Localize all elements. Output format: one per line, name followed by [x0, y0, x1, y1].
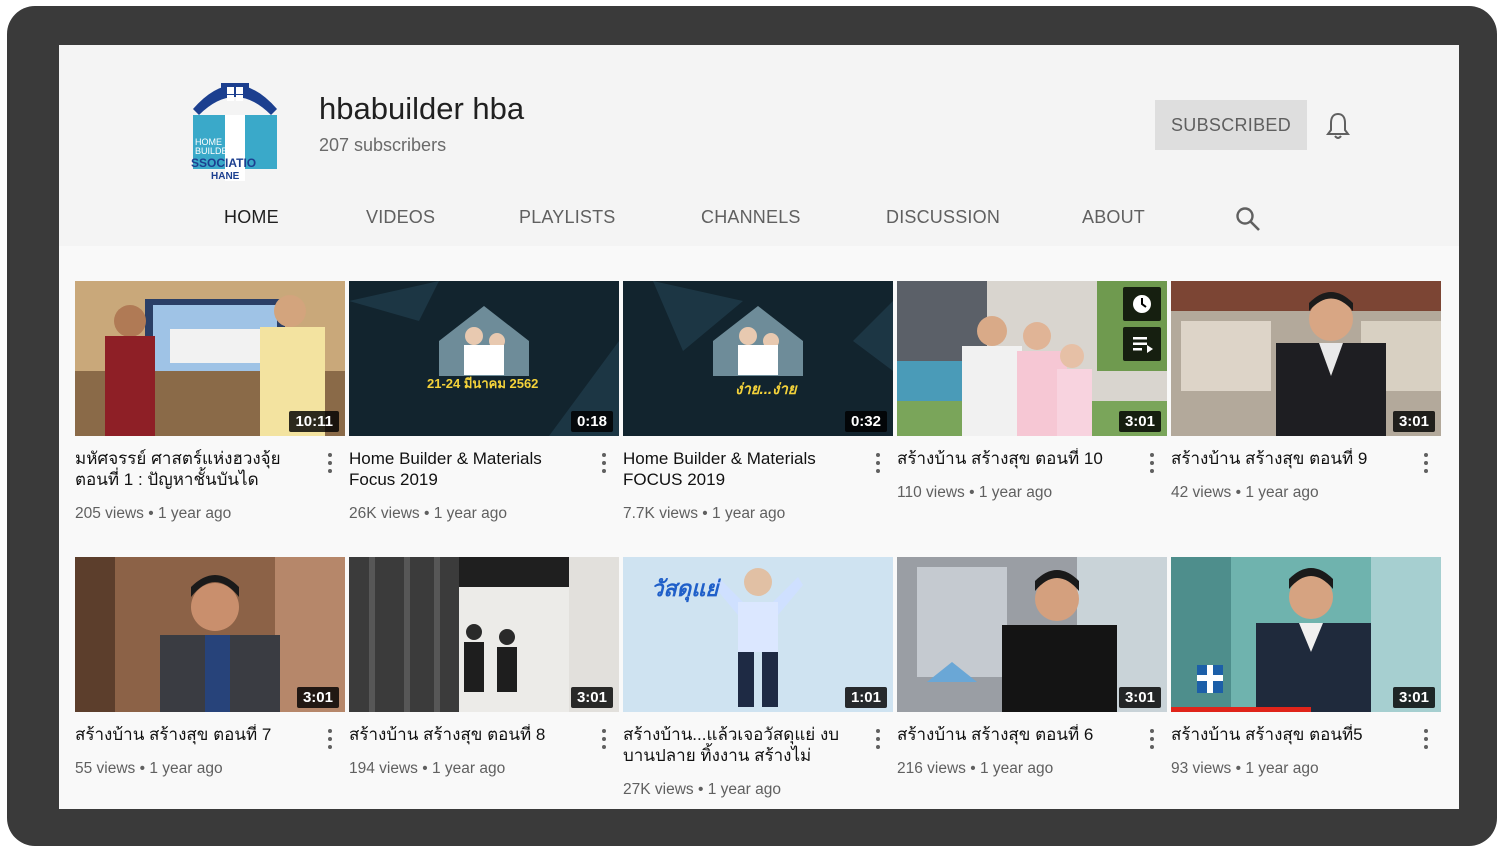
subscribed-button[interactable]: SUBSCRIBED [1155, 100, 1307, 150]
video-thumbnail[interactable]: 21-24 มีนาคม 2562 0:18 [349, 281, 619, 436]
video-duration: 3:01 [570, 687, 613, 708]
channel-avatar[interactable]: HOME BUILDER SSOCIATIO HANE [185, 69, 285, 181]
channel-name: hbabuilder hba [319, 91, 525, 126]
video-meta: 27K views • 1 year ago [623, 781, 781, 798]
svg-text:SSOCIATIO: SSOCIATIO [191, 156, 256, 170]
video-thumbnail[interactable]: 3:01 [1171, 557, 1441, 712]
more-options-icon[interactable] [325, 727, 335, 751]
more-options-icon[interactable] [873, 727, 883, 751]
device-frame: HOME BUILDER SSOCIATIO HANE hbabuilder h… [7, 6, 1497, 846]
video-duration: 0:32 [844, 411, 887, 432]
svg-text:BUILDER: BUILDER [195, 146, 235, 156]
more-options-icon[interactable] [599, 451, 609, 475]
more-options-icon[interactable] [1147, 451, 1157, 475]
video-thumbnail[interactable]: 3:01 [75, 557, 345, 712]
channel-header: HOME BUILDER SSOCIATIO HANE hbabuilder h… [59, 45, 1459, 246]
tab-playlists[interactable]: PLAYLISTS [519, 207, 616, 228]
video-duration: 1:01 [844, 687, 887, 708]
thumbnail-overlay-text: ง่าย...ง่าย [735, 381, 797, 398]
more-options-icon[interactable] [599, 727, 609, 751]
tab-about[interactable]: ABOUT [1082, 207, 1145, 228]
watch-progress-bar [1171, 707, 1312, 712]
video-title[interactable]: สร้างบ้าน สร้างสุข ตอนที่ 6 [897, 724, 1133, 745]
video-duration: 10:11 [289, 411, 339, 432]
video-title[interactable]: สร้างบ้าน สร้างสุข ตอนที่ 10 [897, 448, 1133, 469]
video-meta: 205 views • 1 year ago [75, 505, 232, 522]
search-icon[interactable] [1235, 206, 1261, 232]
more-options-icon[interactable] [873, 451, 883, 475]
video-title[interactable]: สร้างบ้าน สร้างสุข ตอนที่ 7 [75, 724, 311, 745]
tab-home[interactable]: HOME [224, 207, 279, 228]
video-thumbnail[interactable]: 3:01 [897, 281, 1167, 436]
video-title[interactable]: สร้างบ้าน สร้างสุข ตอนที่ 9 [1171, 448, 1407, 469]
video-thumbnail[interactable]: 3:01 [1171, 281, 1441, 436]
video-meta: 194 views • 1 year ago [349, 760, 506, 777]
video-title[interactable]: Home Builder & Materials FOCUS 2019 [623, 448, 859, 490]
notification-bell-icon[interactable] [1325, 111, 1351, 141]
video-duration: 3:01 [296, 687, 339, 708]
video-meta: 110 views • 1 year ago [897, 484, 1053, 501]
video-thumbnail[interactable]: 3:01 [349, 557, 619, 712]
video-title[interactable]: สร้างบ้าน...แล้วเจอวัสดุแย่ งบบานปลาย ทิ… [623, 724, 859, 766]
video-duration: 3:01 [1118, 687, 1161, 708]
more-options-icon[interactable] [1421, 727, 1431, 751]
video-title[interactable]: สร้างบ้าน สร้างสุข ตอนที่ 8 [349, 724, 585, 745]
tab-channels[interactable]: CHANNELS [701, 207, 801, 228]
video-meta: 93 views • 1 year ago [1171, 760, 1319, 777]
video-title[interactable]: Home Builder & Materials Focus 2019 [349, 448, 585, 490]
video-meta: 42 views • 1 year ago [1171, 484, 1319, 501]
video-duration: 3:01 [1392, 411, 1435, 432]
tab-videos[interactable]: VIDEOS [366, 207, 435, 228]
video-thumbnail[interactable]: 3:01 [897, 557, 1167, 712]
video-title[interactable]: สร้างบ้าน สร้างสุข ตอนที่5 [1171, 724, 1407, 745]
more-options-icon[interactable] [325, 451, 335, 475]
video-meta: 55 views • 1 year ago [75, 760, 223, 777]
more-options-icon[interactable] [1421, 451, 1431, 475]
video-duration: 0:18 [570, 411, 613, 432]
video-thumbnail[interactable]: ง่าย...ง่าย 0:32 [623, 281, 893, 436]
more-options-icon[interactable] [1147, 727, 1157, 751]
video-meta: 26K views • 1 year ago [349, 505, 507, 522]
video-meta: 7.7K views • 1 year ago [623, 505, 786, 522]
subscriber-count: 207 subscribers [319, 135, 447, 155]
thumbnail-overlay-text: 21-24 มีนาคม 2562 [427, 376, 539, 391]
video-thumbnail[interactable]: 10:11 [75, 281, 345, 436]
video-meta: 216 views • 1 year ago [897, 760, 1054, 777]
svg-text:HANE: HANE [211, 171, 240, 181]
video-title[interactable]: มหัศจรรย์ ศาสตร์แห่งฮวงจุ้ย ตอนที่ 1 : ป… [75, 448, 311, 490]
thumbnail-overlay-text: วัสดุแย่ [651, 576, 719, 601]
add-to-queue-icon[interactable] [1123, 327, 1161, 361]
youtube-channel-page: HOME BUILDER SSOCIATIO HANE hbabuilder h… [59, 45, 1459, 809]
video-thumbnail[interactable]: วัสดุแย่ 1:01 [623, 557, 893, 712]
video-duration: 3:01 [1118, 411, 1161, 432]
watch-later-icon[interactable] [1123, 287, 1161, 321]
video-duration: 3:01 [1392, 687, 1435, 708]
tab-discussion[interactable]: DISCUSSION [886, 207, 1000, 228]
